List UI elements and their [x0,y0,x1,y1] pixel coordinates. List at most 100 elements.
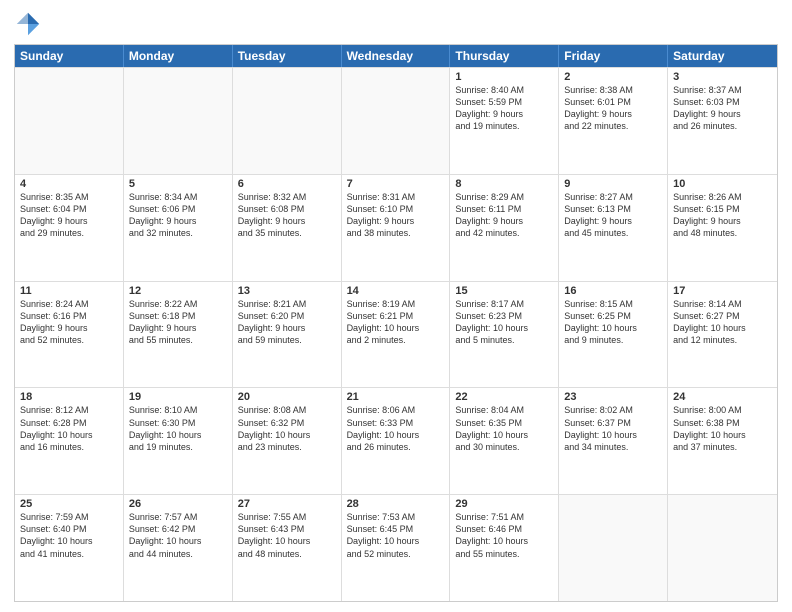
calendar-cell-8: 8Sunrise: 8:29 AM Sunset: 6:11 PM Daylig… [450,175,559,281]
calendar-cell-12: 12Sunrise: 8:22 AM Sunset: 6:18 PM Dayli… [124,282,233,388]
calendar-body: 1Sunrise: 8:40 AM Sunset: 5:59 PM Daylig… [15,67,777,601]
calendar-cell-15: 15Sunrise: 8:17 AM Sunset: 6:23 PM Dayli… [450,282,559,388]
day-info: Sunrise: 7:57 AM Sunset: 6:42 PM Dayligh… [129,511,227,560]
day-number: 25 [20,498,118,510]
day-number: 7 [347,178,445,190]
calendar-cell-20: 20Sunrise: 8:08 AM Sunset: 6:32 PM Dayli… [233,388,342,494]
day-number: 21 [347,391,445,403]
header-day-tuesday: Tuesday [233,45,342,67]
calendar-cell-26: 26Sunrise: 7:57 AM Sunset: 6:42 PM Dayli… [124,495,233,601]
day-info: Sunrise: 7:53 AM Sunset: 6:45 PM Dayligh… [347,511,445,560]
day-info: Sunrise: 8:00 AM Sunset: 6:38 PM Dayligh… [673,404,772,453]
calendar-cell-1: 1Sunrise: 8:40 AM Sunset: 5:59 PM Daylig… [450,68,559,174]
day-info: Sunrise: 7:55 AM Sunset: 6:43 PM Dayligh… [238,511,336,560]
calendar-cell-empty-4-5 [559,495,668,601]
day-info: Sunrise: 7:59 AM Sunset: 6:40 PM Dayligh… [20,511,118,560]
day-number: 26 [129,498,227,510]
calendar-cell-25: 25Sunrise: 7:59 AM Sunset: 6:40 PM Dayli… [15,495,124,601]
day-number: 16 [564,285,662,297]
header-day-sunday: Sunday [15,45,124,67]
day-info: Sunrise: 8:10 AM Sunset: 6:30 PM Dayligh… [129,404,227,453]
header-day-friday: Friday [559,45,668,67]
calendar-cell-11: 11Sunrise: 8:24 AM Sunset: 6:16 PM Dayli… [15,282,124,388]
calendar-cell-9: 9Sunrise: 8:27 AM Sunset: 6:13 PM Daylig… [559,175,668,281]
calendar-cell-empty-0-1 [124,68,233,174]
calendar-cell-18: 18Sunrise: 8:12 AM Sunset: 6:28 PM Dayli… [15,388,124,494]
calendar-cell-17: 17Sunrise: 8:14 AM Sunset: 6:27 PM Dayli… [668,282,777,388]
day-number: 23 [564,391,662,403]
calendar-cell-24: 24Sunrise: 8:00 AM Sunset: 6:38 PM Dayli… [668,388,777,494]
logo-icon [14,10,42,38]
day-info: Sunrise: 8:37 AM Sunset: 6:03 PM Dayligh… [673,84,772,133]
header-day-saturday: Saturday [668,45,777,67]
calendar-cell-2: 2Sunrise: 8:38 AM Sunset: 6:01 PM Daylig… [559,68,668,174]
day-number: 13 [238,285,336,297]
calendar-cell-16: 16Sunrise: 8:15 AM Sunset: 6:25 PM Dayli… [559,282,668,388]
day-info: Sunrise: 8:19 AM Sunset: 6:21 PM Dayligh… [347,298,445,347]
calendar-cell-empty-0-3 [342,68,451,174]
day-info: Sunrise: 8:02 AM Sunset: 6:37 PM Dayligh… [564,404,662,453]
day-info: Sunrise: 8:26 AM Sunset: 6:15 PM Dayligh… [673,191,772,240]
calendar-cell-14: 14Sunrise: 8:19 AM Sunset: 6:21 PM Dayli… [342,282,451,388]
day-number: 5 [129,178,227,190]
calendar: SundayMondayTuesdayWednesdayThursdayFrid… [14,44,778,602]
calendar-row-3: 11Sunrise: 8:24 AM Sunset: 6:16 PM Dayli… [15,281,777,388]
calendar-row-4: 18Sunrise: 8:12 AM Sunset: 6:28 PM Dayli… [15,387,777,494]
header-day-monday: Monday [124,45,233,67]
day-info: Sunrise: 8:40 AM Sunset: 5:59 PM Dayligh… [455,84,553,133]
day-number: 18 [20,391,118,403]
day-info: Sunrise: 8:22 AM Sunset: 6:18 PM Dayligh… [129,298,227,347]
day-info: Sunrise: 8:15 AM Sunset: 6:25 PM Dayligh… [564,298,662,347]
day-number: 22 [455,391,553,403]
day-info: Sunrise: 8:06 AM Sunset: 6:33 PM Dayligh… [347,404,445,453]
calendar-cell-empty-0-2 [233,68,342,174]
day-info: Sunrise: 8:12 AM Sunset: 6:28 PM Dayligh… [20,404,118,453]
calendar-header: SundayMondayTuesdayWednesdayThursdayFrid… [15,45,777,67]
calendar-cell-10: 10Sunrise: 8:26 AM Sunset: 6:15 PM Dayli… [668,175,777,281]
day-number: 29 [455,498,553,510]
day-info: Sunrise: 8:31 AM Sunset: 6:10 PM Dayligh… [347,191,445,240]
day-number: 14 [347,285,445,297]
day-number: 6 [238,178,336,190]
calendar-cell-7: 7Sunrise: 8:31 AM Sunset: 6:10 PM Daylig… [342,175,451,281]
day-number: 12 [129,285,227,297]
day-info: Sunrise: 8:35 AM Sunset: 6:04 PM Dayligh… [20,191,118,240]
day-number: 24 [673,391,772,403]
page: SundayMondayTuesdayWednesdayThursdayFrid… [0,0,792,612]
day-number: 11 [20,285,118,297]
day-info: Sunrise: 8:29 AM Sunset: 6:11 PM Dayligh… [455,191,553,240]
calendar-cell-4: 4Sunrise: 8:35 AM Sunset: 6:04 PM Daylig… [15,175,124,281]
calendar-cell-23: 23Sunrise: 8:02 AM Sunset: 6:37 PM Dayli… [559,388,668,494]
calendar-cell-empty-0-0 [15,68,124,174]
calendar-cell-21: 21Sunrise: 8:06 AM Sunset: 6:33 PM Dayli… [342,388,451,494]
day-number: 15 [455,285,553,297]
calendar-cell-19: 19Sunrise: 8:10 AM Sunset: 6:30 PM Dayli… [124,388,233,494]
day-number: 2 [564,71,662,83]
day-info: Sunrise: 8:04 AM Sunset: 6:35 PM Dayligh… [455,404,553,453]
day-number: 4 [20,178,118,190]
day-info: Sunrise: 7:51 AM Sunset: 6:46 PM Dayligh… [455,511,553,560]
calendar-cell-5: 5Sunrise: 8:34 AM Sunset: 6:06 PM Daylig… [124,175,233,281]
day-number: 3 [673,71,772,83]
day-number: 10 [673,178,772,190]
day-info: Sunrise: 8:27 AM Sunset: 6:13 PM Dayligh… [564,191,662,240]
day-number: 28 [347,498,445,510]
calendar-cell-29: 29Sunrise: 7:51 AM Sunset: 6:46 PM Dayli… [450,495,559,601]
day-number: 9 [564,178,662,190]
day-number: 1 [455,71,553,83]
day-info: Sunrise: 8:34 AM Sunset: 6:06 PM Dayligh… [129,191,227,240]
day-info: Sunrise: 8:38 AM Sunset: 6:01 PM Dayligh… [564,84,662,133]
calendar-cell-empty-4-6 [668,495,777,601]
logo [14,10,46,38]
header-day-wednesday: Wednesday [342,45,451,67]
day-info: Sunrise: 8:24 AM Sunset: 6:16 PM Dayligh… [20,298,118,347]
day-info: Sunrise: 8:08 AM Sunset: 6:32 PM Dayligh… [238,404,336,453]
calendar-cell-28: 28Sunrise: 7:53 AM Sunset: 6:45 PM Dayli… [342,495,451,601]
day-number: 27 [238,498,336,510]
header-day-thursday: Thursday [450,45,559,67]
day-info: Sunrise: 8:14 AM Sunset: 6:27 PM Dayligh… [673,298,772,347]
calendar-cell-6: 6Sunrise: 8:32 AM Sunset: 6:08 PM Daylig… [233,175,342,281]
day-info: Sunrise: 8:21 AM Sunset: 6:20 PM Dayligh… [238,298,336,347]
calendar-cell-22: 22Sunrise: 8:04 AM Sunset: 6:35 PM Dayli… [450,388,559,494]
day-number: 19 [129,391,227,403]
